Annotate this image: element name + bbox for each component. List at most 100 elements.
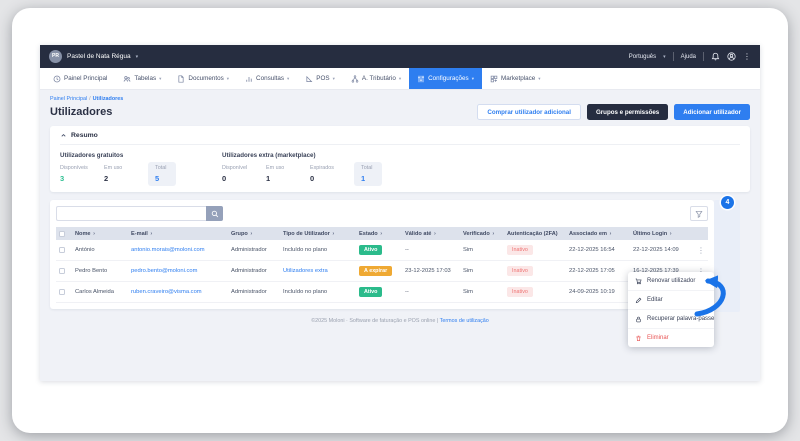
caret-down-icon: ▾ (472, 76, 474, 82)
stat-disponiveis: Disponíveis 3 (60, 165, 88, 183)
column-header-associado-em[interactable]: Associado em › (566, 227, 630, 240)
users-table: Nome › E-mail › Grupo › Tipo de Utilizad… (56, 227, 708, 303)
buy-additional-user-button[interactable]: Comprar utilizador adicional (477, 104, 581, 120)
row-checkbox[interactable] (59, 268, 65, 274)
stat-em-uso-extra: Em uso 1 (266, 165, 294, 183)
user-avatar-icon[interactable] (727, 52, 736, 61)
sort-icon: › (610, 231, 612, 237)
document-icon (177, 75, 185, 83)
breadcrumb-current[interactable]: Utilizadores (93, 96, 124, 102)
users-table-card: Nome › E-mail › Grupo › Tipo de Utilizad… (50, 200, 714, 309)
column-header-email[interactable]: E-mail › (128, 227, 228, 240)
cell-email-link[interactable]: ruben.craveiro@visma.com (131, 289, 202, 295)
company-avatar[interactable]: PR (49, 50, 62, 63)
sliders-icon (417, 75, 425, 83)
stat-disponivel: Disponível 0 (222, 165, 250, 183)
breadcrumb-parent[interactable]: Painel Principal (50, 96, 87, 102)
cell-grupo: Administrador (228, 282, 280, 303)
column-header-nome[interactable]: Nome › (72, 227, 128, 240)
select-all-checkbox[interactable] (56, 227, 72, 240)
sort-icon: › (250, 231, 252, 237)
stat-total: Total 5 (148, 162, 176, 186)
cell-grupo: Administrador (228, 261, 280, 282)
menu-item-renovar-utilizador[interactable]: Renovar utilizador (628, 272, 714, 290)
top-bar: PR Pastel de Nata Régua ▾ Português ▾ Aj… (40, 45, 760, 68)
nav-item-consultas[interactable]: Consultas ▾ (237, 68, 297, 89)
language-selector[interactable]: Português (629, 54, 656, 60)
cell-verificado: Sim (460, 261, 504, 282)
column-header-grupo[interactable]: Grupo › (228, 227, 280, 240)
column-header-valido-ate[interactable]: Válido até › (402, 227, 460, 240)
cell-email-link[interactable]: antonio.morais@moloni.com (131, 247, 205, 253)
cell-tipo-link[interactable]: Utilizadores extra (283, 268, 328, 274)
annotation-step-badge[interactable]: 4 (721, 196, 734, 209)
kebab-menu-icon[interactable]: ⋮ (743, 52, 751, 61)
menu-item-recuperar-palavra-passe[interactable]: Recuperar palavra-passe (628, 309, 714, 328)
table-row: António antonio.morais@moloni.com Admini… (56, 240, 708, 261)
caret-down-icon: ▾ (136, 54, 139, 60)
cell-valido-ate: 23-12-2025 17:03 (402, 261, 460, 282)
groups-permissions-button[interactable]: Grupos e permissões (587, 104, 668, 120)
cell-ultimo-login: 22-12-2025 14:09 (630, 240, 694, 261)
help-link[interactable]: Ajuda (681, 54, 696, 60)
cell-associado-em: 22-12-2025 16:54 (566, 240, 630, 261)
cart-icon (635, 278, 642, 285)
table-row: Carlos Almeida ruben.craveiro@visma.com … (56, 282, 708, 303)
status-badge: Ativo (359, 245, 382, 255)
nav-item-documentos[interactable]: Documentos ▾ (169, 68, 237, 89)
sort-icon: › (93, 231, 95, 237)
column-header-tipo[interactable]: Tipo de Utilizador › (280, 227, 356, 240)
nav-item-pos[interactable]: POS ▾ (297, 68, 343, 89)
bell-icon[interactable] (711, 52, 720, 61)
summary-collapse-header[interactable]: Resumo (60, 132, 740, 145)
2fa-badge: Inativo (507, 245, 533, 255)
column-header-autenticacao-2fa[interactable]: Autenticação (2FA) (504, 227, 566, 240)
sort-icon: › (332, 231, 334, 237)
row-checkbox[interactable] (59, 289, 65, 295)
nav-item-marketplace[interactable]: Marketplace ▾ (482, 68, 549, 89)
people-icon (123, 75, 131, 83)
search-input[interactable] (56, 206, 206, 221)
nav-item-tabelas[interactable]: Tabelas ▾ (115, 68, 169, 89)
cell-nome: António (72, 240, 128, 261)
menu-item-editar[interactable]: Editar (628, 290, 714, 309)
cell-associado-em: 22-12-2025 17:05 (566, 261, 630, 282)
filter-button[interactable] (690, 206, 708, 221)
caret-down-icon: ▾ (663, 54, 666, 60)
add-user-button[interactable]: Adicionar utilizador (674, 104, 750, 120)
search-button[interactable] (206, 206, 223, 221)
footer-separator: | (437, 318, 438, 324)
cell-verificado: Sim (460, 240, 504, 261)
stat-expirados: Expirados 0 (310, 165, 338, 183)
main-nav: Painel Principal Tabelas ▾ Documentos ▾ … (40, 68, 760, 90)
set-square-icon (305, 75, 313, 83)
menu-item-eliminar[interactable]: Eliminar (628, 328, 714, 347)
row-actions-menu[interactable]: ⋮ (694, 240, 708, 261)
clock-icon (53, 75, 61, 83)
checkbox[interactable] (59, 231, 65, 237)
nav-item-configuracoes[interactable]: Configurações ▾ (409, 68, 482, 89)
extra-users-title: Utilizadores extra (marketplace) (222, 152, 382, 159)
cell-verificado: Sim (460, 282, 504, 303)
row-checkbox[interactable] (59, 247, 65, 253)
column-header-ultimo-login[interactable]: Último Login › (630, 227, 694, 240)
branch-icon (351, 75, 359, 83)
status-badge: Ativo (359, 287, 382, 297)
grid-plus-icon (490, 75, 498, 83)
divider (703, 52, 704, 61)
caret-down-icon: ▾ (227, 76, 229, 82)
cell-tipo: Incluído no plano (280, 240, 356, 261)
column-header-verificado[interactable]: Verificado › (460, 227, 504, 240)
company-name[interactable]: Pastel de Nata Régua (67, 53, 131, 60)
2fa-badge: Inativo (507, 266, 533, 276)
sort-icon: › (670, 231, 672, 237)
browser-window: PR Pastel de Nata Régua ▾ Português ▾ Aj… (12, 8, 788, 433)
nav-item-painel-principal[interactable]: Painel Principal (45, 68, 115, 89)
status-badge: A expirar (359, 266, 392, 276)
nav-item-a-tributario[interactable]: A. Tributário ▾ (343, 68, 409, 89)
sort-icon: › (434, 231, 436, 237)
terms-link[interactable]: Termos de utilização (440, 318, 489, 324)
cell-email-link[interactable]: pedro.bento@moloni.com (131, 268, 197, 274)
lock-icon (635, 316, 642, 323)
column-header-estado[interactable]: Estado › (356, 227, 402, 240)
